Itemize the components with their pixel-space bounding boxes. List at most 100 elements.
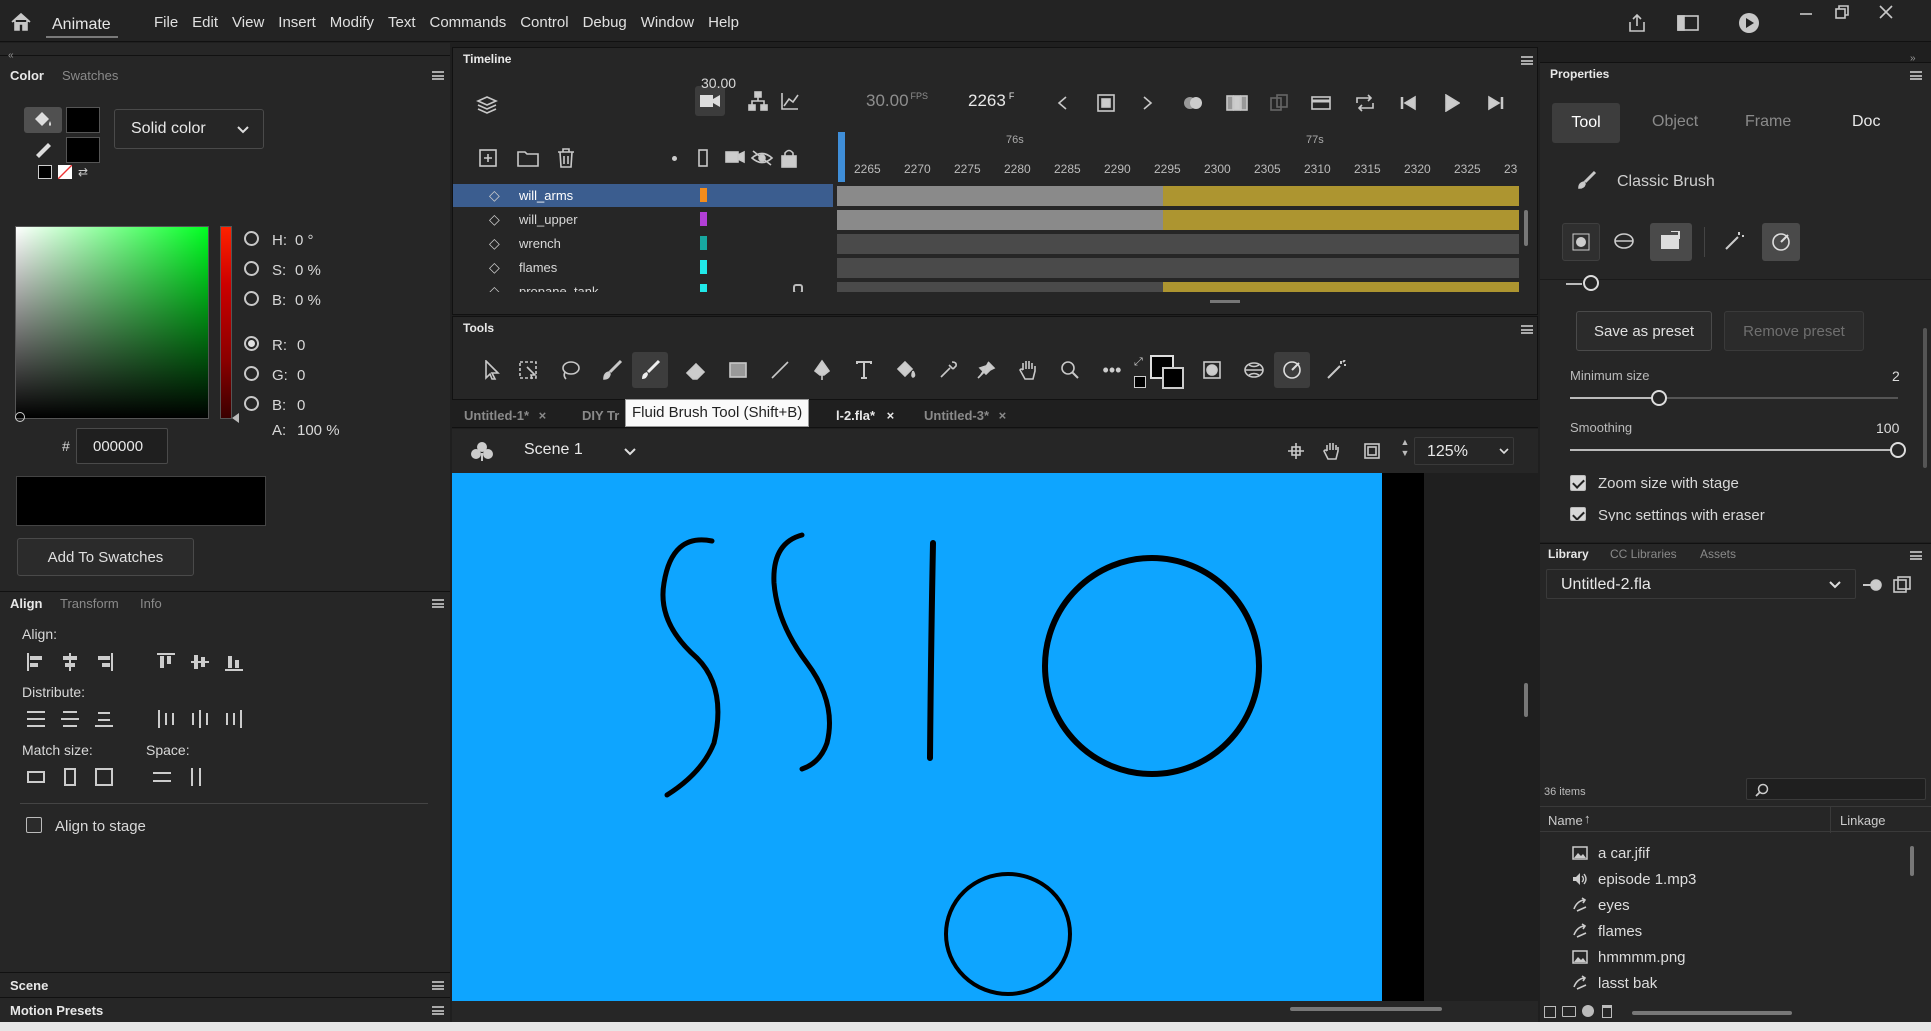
pin-library-icon[interactable] bbox=[1860, 574, 1884, 596]
distribute-vcenter-icon[interactable] bbox=[60, 709, 80, 729]
menu-view[interactable]: View bbox=[232, 14, 264, 31]
document-tab[interactable]: Untitled-3* × bbox=[924, 408, 1006, 423]
layer-name[interactable]: will_arms bbox=[519, 188, 573, 203]
stage-vscrollbar[interactable] bbox=[1524, 683, 1528, 717]
align-left-icon[interactable] bbox=[26, 652, 46, 672]
stage-hscrollbar[interactable] bbox=[1290, 1007, 1442, 1011]
next-keyframe-icon[interactable] bbox=[1138, 92, 1158, 114]
hue-slider-handle[interactable] bbox=[232, 413, 239, 423]
tab-frame[interactable]: Frame bbox=[1745, 113, 1791, 131]
menu-debug[interactable]: Debug bbox=[583, 14, 627, 31]
r-value[interactable]: 0 bbox=[297, 337, 305, 354]
smoothing-value[interactable]: 100 bbox=[1876, 420, 1899, 436]
column-linkage[interactable]: Linkage bbox=[1840, 813, 1886, 828]
tab-tool[interactable]: Tool bbox=[1552, 103, 1620, 143]
preset-slider-handle[interactable] bbox=[1583, 275, 1599, 291]
menu-commands[interactable]: Commands bbox=[430, 14, 507, 31]
align-to-stage-checkbox[interactable] bbox=[26, 817, 42, 833]
test-movie-icon[interactable] bbox=[1736, 10, 1762, 36]
timeline-title[interactable]: Timeline bbox=[463, 52, 511, 66]
panel-menu-icon[interactable] bbox=[432, 71, 444, 80]
b-rgb-radio[interactable] bbox=[244, 396, 259, 411]
step-back-icon[interactable] bbox=[1396, 92, 1420, 114]
r-radio[interactable] bbox=[244, 336, 259, 351]
layer-color-swatch[interactable] bbox=[700, 188, 707, 202]
close-tab-icon[interactable]: × bbox=[887, 408, 895, 423]
frames-filled[interactable] bbox=[1163, 282, 1519, 292]
align-top-icon[interactable] bbox=[156, 652, 176, 672]
brush-mode-option-button[interactable] bbox=[1650, 223, 1692, 261]
layer-color-swatch[interactable] bbox=[700, 236, 707, 250]
home-icon[interactable] bbox=[8, 10, 34, 34]
minimize-icon[interactable] bbox=[1794, 4, 1818, 24]
menu-insert[interactable]: Insert bbox=[278, 14, 316, 31]
graph-icon[interactable] bbox=[777, 88, 803, 114]
eyedropper-tool-icon[interactable] bbox=[934, 356, 962, 384]
delete-library-item-icon[interactable] bbox=[1602, 1005, 1612, 1018]
library-scrollbar[interactable] bbox=[1910, 846, 1914, 876]
motion-presets-title[interactable]: Motion Presets bbox=[10, 1003, 103, 1018]
b-rgb-value[interactable]: 0 bbox=[297, 397, 305, 414]
panel-menu-icon[interactable] bbox=[432, 981, 444, 990]
column-name[interactable]: Name bbox=[1548, 813, 1583, 828]
magic-wand-icon[interactable] bbox=[1322, 356, 1350, 384]
default-colors-tool-icon[interactable] bbox=[1134, 376, 1146, 388]
panel-menu-icon[interactable] bbox=[1910, 551, 1922, 560]
menu-modify[interactable]: Modify bbox=[330, 14, 374, 31]
highlight-dot-icon[interactable] bbox=[672, 156, 677, 161]
paint-bucket-tool-icon[interactable] bbox=[892, 356, 920, 384]
fill-color-well[interactable] bbox=[1162, 367, 1184, 389]
timeline-ruler[interactable]: 76s 77s 2265 2270 2275 2280 2285 2290 22… bbox=[838, 132, 1520, 182]
hex-input[interactable]: 000000 bbox=[76, 428, 168, 464]
tab-transform[interactable]: Transform bbox=[60, 596, 119, 611]
document-tab[interactable]: Untitled-1* × bbox=[464, 408, 546, 423]
layer-color-swatch[interactable] bbox=[700, 212, 707, 226]
zoom-stepper[interactable]: ▲ ▼ bbox=[1398, 437, 1412, 465]
distribute-bottom-icon[interactable] bbox=[94, 709, 114, 729]
visibility-icon[interactable] bbox=[749, 146, 775, 170]
layer-row[interactable]: ◇ will_upper bbox=[453, 208, 1519, 231]
frame-field[interactable]: 2263 F bbox=[968, 91, 1014, 111]
sort-ascending-icon[interactable]: ↑ bbox=[1584, 811, 1591, 826]
library-document-dropdown[interactable]: Untitled-2.fla bbox=[1546, 569, 1856, 599]
create-tween-icon[interactable] bbox=[1308, 92, 1334, 114]
lock-icon[interactable] bbox=[777, 146, 801, 170]
snap-icon[interactable] bbox=[1284, 439, 1308, 463]
document-tab-active[interactable]: l-2.fla* × bbox=[836, 408, 894, 423]
layer-name[interactable]: wrench bbox=[519, 236, 561, 251]
pencil-stroke-icon[interactable] bbox=[32, 137, 56, 159]
layer-name-cell[interactable] bbox=[453, 184, 833, 207]
align-bottom-icon[interactable] bbox=[224, 652, 244, 672]
outline-icon[interactable] bbox=[693, 146, 713, 170]
layers-icon[interactable] bbox=[473, 92, 501, 118]
stage-canvas[interactable] bbox=[452, 473, 1382, 1001]
frames-empty[interactable] bbox=[837, 282, 1163, 292]
tab-align[interactable]: Align bbox=[10, 596, 43, 611]
eraser-tool-icon[interactable] bbox=[682, 356, 710, 384]
menu-file[interactable]: File bbox=[154, 14, 178, 31]
distribute-right-icon[interactable] bbox=[224, 709, 244, 729]
share-icon[interactable] bbox=[1624, 10, 1650, 36]
distribute-left-icon[interactable] bbox=[156, 709, 176, 729]
playhead-marker[interactable] bbox=[838, 132, 845, 182]
timeline-scrollbar[interactable] bbox=[1524, 210, 1528, 246]
menu-window[interactable]: Window bbox=[641, 14, 694, 31]
align-hcenter-icon[interactable] bbox=[60, 652, 80, 672]
delete-layer-icon[interactable] bbox=[553, 146, 579, 170]
tab-cc-libraries[interactable]: CC Libraries bbox=[1610, 547, 1677, 561]
document-tab[interactable]: DIY Tr bbox=[582, 408, 619, 423]
panel-menu-icon[interactable] bbox=[432, 599, 444, 608]
line-tool-icon[interactable] bbox=[766, 356, 794, 384]
frames-empty[interactable] bbox=[837, 186, 1163, 206]
layer-row[interactable]: ◇ will_arms bbox=[453, 184, 1519, 207]
h-value[interactable]: 0 ° bbox=[295, 232, 314, 249]
layer-row[interactable]: ◇ propane_tank bbox=[453, 280, 1519, 292]
tab-doc[interactable]: Doc bbox=[1852, 113, 1880, 131]
new-folder-library-icon[interactable] bbox=[1562, 1006, 1576, 1017]
rectangle-tool-icon[interactable] bbox=[724, 356, 752, 384]
fps-value[interactable]: 30.00 bbox=[701, 75, 736, 91]
minimum-size-handle[interactable] bbox=[1650, 390, 1667, 406]
text-tool-icon[interactable] bbox=[850, 356, 878, 384]
step-forward-icon[interactable] bbox=[1484, 92, 1508, 114]
restore-icon[interactable] bbox=[1830, 2, 1854, 22]
